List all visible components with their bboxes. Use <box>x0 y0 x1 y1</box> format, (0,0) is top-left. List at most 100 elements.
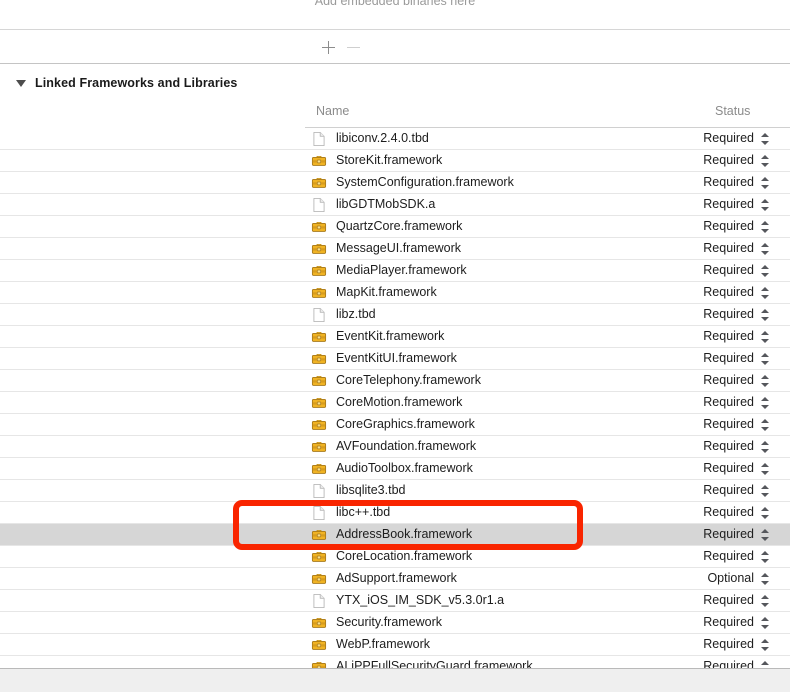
table-row[interactable]: CoreLocation.framework Required <box>0 546 790 568</box>
column-header-status[interactable]: Status <box>715 104 750 118</box>
table-row[interactable]: MediaPlayer.framework Required <box>0 260 790 282</box>
row-name-label: libiconv.2.4.0.tbd <box>336 131 429 145</box>
add-binary-button[interactable] <box>316 35 340 59</box>
table-row[interactable]: libc++.tbd Required <box>0 502 790 524</box>
table-row[interactable]: Security.framework Required <box>0 612 790 634</box>
row-status-label: Optional <box>707 571 754 585</box>
row-name-label: SystemConfiguration.framework <box>336 175 514 189</box>
row-name-label: AVFoundation.framework <box>336 439 477 453</box>
status-stepper-icon[interactable] <box>761 594 770 608</box>
row-name-label: QuartzCore.framework <box>336 219 463 233</box>
status-stepper-icon[interactable] <box>761 330 770 344</box>
status-stepper-icon[interactable] <box>761 440 770 454</box>
embedded-binaries-dropzone[interactable]: Add embedded binaries here <box>0 0 790 29</box>
table-row[interactable]: AdSupport.framework Optional <box>0 568 790 590</box>
status-stepper-icon[interactable] <box>761 308 770 322</box>
status-stepper-icon[interactable] <box>761 198 770 212</box>
status-stepper-icon[interactable] <box>761 242 770 256</box>
table-row[interactable]: YTX_iOS_IM_SDK_v5.3.0r1.a Required <box>0 590 790 612</box>
table-row[interactable]: libsqlite3.tbd Required <box>0 480 790 502</box>
row-status-label: Required <box>703 307 754 321</box>
status-stepper-icon[interactable] <box>761 660 770 668</box>
row-name-label: AddressBook.framework <box>336 527 473 541</box>
row-name-label: Security.framework <box>336 615 443 629</box>
status-stepper-icon[interactable] <box>761 616 770 630</box>
table-row[interactable]: CoreGraphics.framework Required <box>0 414 790 436</box>
table-row[interactable]: EventKitUI.framework Required <box>0 348 790 370</box>
table-row[interactable]: libGDTMobSDK.a Required <box>0 194 790 216</box>
status-stepper-icon[interactable] <box>761 484 770 498</box>
table-row[interactable]: MessageUI.framework Required <box>0 238 790 260</box>
document-icon <box>311 483 327 499</box>
framework-icon <box>311 417 327 433</box>
status-stepper-icon[interactable] <box>761 572 770 586</box>
row-name-label: CoreGraphics.framework <box>336 417 475 431</box>
status-stepper-icon[interactable] <box>761 396 770 410</box>
row-status-label: Required <box>703 351 754 365</box>
disclosure-triangle-icon[interactable] <box>16 79 26 87</box>
table-row[interactable]: EventKit.framework Required <box>0 326 790 348</box>
row-name-label: EventKit.framework <box>336 329 445 343</box>
table-row[interactable]: AddressBook.framework Required <box>0 524 790 546</box>
row-name-label: StoreKit.framework <box>336 153 443 167</box>
row-status-label: Required <box>703 131 754 145</box>
table-row[interactable]: libz.tbd Required <box>0 304 790 326</box>
row-name-label: YTX_iOS_IM_SDK_v5.3.0r1.a <box>336 593 505 607</box>
framework-icon <box>311 241 327 257</box>
status-stepper-icon[interactable] <box>761 154 770 168</box>
row-name-label: libc++.tbd <box>336 505 391 519</box>
document-icon <box>311 307 327 323</box>
table-body: libiconv.2.4.0.tbd Required StoreKit.frame… <box>0 128 790 668</box>
table-row[interactable]: AudioToolbox.framework Required <box>0 458 790 480</box>
document-icon <box>311 197 327 213</box>
status-stepper-icon[interactable] <box>761 506 770 520</box>
table-row[interactable]: MapKit.framework Required <box>0 282 790 304</box>
framework-icon <box>311 219 327 235</box>
row-name-label: MapKit.framework <box>336 285 437 299</box>
status-stepper-icon[interactable] <box>761 132 770 146</box>
status-stepper-icon[interactable] <box>761 550 770 564</box>
row-status-label: Required <box>703 483 754 497</box>
table-row[interactable]: CoreMotion.framework Required <box>0 392 790 414</box>
framework-icon <box>311 373 327 389</box>
table-row[interactable]: QuartzCore.framework Required <box>0 216 790 238</box>
status-stepper-icon[interactable] <box>761 528 770 542</box>
status-stepper-icon[interactable] <box>761 176 770 190</box>
status-stepper-icon[interactable] <box>761 374 770 388</box>
row-name-label: CoreLocation.framework <box>336 549 473 563</box>
status-stepper-icon[interactable] <box>761 418 770 432</box>
status-stepper-icon[interactable] <box>761 220 770 234</box>
table-row[interactable]: ALiPPFullSecurityGuard.framework Required <box>0 656 790 668</box>
table-row[interactable]: SystemConfiguration.framework Required <box>0 172 790 194</box>
row-status-label: Required <box>703 329 754 343</box>
status-stepper-icon[interactable] <box>761 638 770 652</box>
column-header-name[interactable]: Name <box>316 104 349 118</box>
row-status-label: Required <box>703 153 754 167</box>
row-name-label: libGDTMobSDK.a <box>336 197 436 211</box>
framework-icon <box>311 659 327 668</box>
status-stepper-icon[interactable] <box>761 462 770 476</box>
row-status-label: Required <box>703 263 754 277</box>
status-stepper-icon[interactable] <box>761 352 770 366</box>
row-name-label: EventKitUI.framework <box>336 351 457 365</box>
row-name-label: CoreMotion.framework <box>336 395 463 409</box>
table-row[interactable]: CoreTelephony.framework Required <box>0 370 790 392</box>
table-row[interactable]: libiconv.2.4.0.tbd Required <box>0 128 790 150</box>
status-stepper-icon[interactable] <box>761 264 770 278</box>
row-status-label: Required <box>703 527 754 541</box>
remove-binary-button[interactable] <box>341 35 365 59</box>
row-name-label: libsqlite3.tbd <box>336 483 406 497</box>
row-name-label: AdSupport.framework <box>336 571 457 585</box>
plus-icon <box>321 40 335 54</box>
table-header-row: Name Status <box>0 94 790 128</box>
row-name-label: MediaPlayer.framework <box>336 263 467 277</box>
row-status-label: Required <box>703 505 754 519</box>
status-stepper-icon[interactable] <box>761 286 770 300</box>
framework-icon <box>311 527 327 543</box>
row-status-label: Required <box>703 175 754 189</box>
section-title: Linked Frameworks and Libraries <box>35 76 238 90</box>
footer-bar <box>0 668 790 692</box>
table-row[interactable]: AVFoundation.framework Required <box>0 436 790 458</box>
table-row[interactable]: StoreKit.framework Required <box>0 150 790 172</box>
table-row[interactable]: WebP.framework Required <box>0 634 790 656</box>
